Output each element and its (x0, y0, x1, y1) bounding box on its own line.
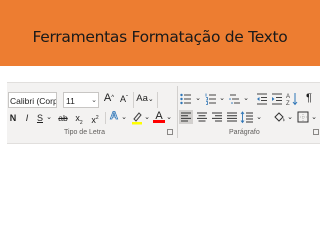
highlighter-icon (132, 112, 142, 125)
sort-button[interactable]: A Z (286, 92, 298, 106)
multilevel-list-button[interactable] (229, 93, 241, 105)
paragraph-group-label: Parágrafo (229, 129, 260, 136)
paint-bucket-icon (274, 112, 285, 122)
font-size-combobox[interactable]: 11 ⌄ (63, 92, 99, 108)
chevron-down-icon[interactable]: ⌄ (310, 112, 318, 124)
increase-indent-icon (272, 93, 282, 105)
justify-icon (227, 112, 237, 122)
slide-title: Ferramentas Formatação de Texto (32, 28, 288, 46)
bold-button[interactable]: N (8, 112, 18, 124)
borders-button[interactable] (296, 110, 310, 124)
change-case-button[interactable]: Aa⌄ (135, 93, 155, 106)
chevron-down-icon[interactable]: ⌄ (165, 112, 173, 124)
superscript-digit: 2 (95, 115, 99, 121)
grow-font-button[interactable]: A^ (102, 92, 116, 104)
pilcrow-button[interactable]: ¶ (304, 92, 314, 104)
chevron-down-icon[interactable]: ⌄ (143, 112, 151, 124)
font-color-label: A (155, 110, 163, 122)
numbering-button[interactable] (205, 93, 217, 105)
decrease-indent-icon (257, 93, 267, 105)
underline-label: S (36, 113, 43, 123)
bullet-list-icon (180, 93, 191, 105)
line-spacing-icon (240, 111, 253, 124)
justify-button[interactable] (225, 110, 239, 124)
highlight-button[interactable] (131, 111, 143, 125)
bullets-button[interactable] (180, 93, 192, 105)
subscript-digit: 2 (79, 119, 83, 126)
text-effects-button[interactable]: A (108, 110, 120, 123)
chevron-down-icon[interactable]: ⌄ (218, 93, 226, 105)
align-left-icon (181, 112, 191, 122)
ribbon: Calibri (Corpo 11 ⌄ A^ Aˇ Aa⌄ N I S ⌄ ab… (7, 82, 320, 144)
svg-text:Z: Z (286, 101, 290, 106)
align-left-button[interactable] (179, 110, 193, 124)
subscript-button[interactable]: x2 (73, 112, 85, 129)
group-divider (177, 86, 178, 138)
align-right-button[interactable] (210, 110, 224, 124)
chevron-down-icon[interactable]: ⌄ (286, 112, 294, 124)
font-name-combobox[interactable]: Calibri (Corpo (8, 92, 57, 108)
svg-text:A: A (286, 94, 290, 100)
sort-icon: A Z (286, 93, 298, 106)
bold-label: N (9, 113, 17, 123)
font-group-label: Tipo de Letra (64, 129, 105, 136)
strikethrough-button[interactable]: ab (56, 112, 70, 124)
font-dialog-launcher-icon[interactable] (167, 129, 173, 135)
chevron-down-icon[interactable]: ⌄ (194, 93, 202, 105)
pilcrow-icon: ¶ (306, 92, 312, 104)
align-right-icon (212, 112, 222, 122)
chevron-down-icon[interactable]: ⌄ (242, 93, 250, 105)
italic-button[interactable]: I (22, 112, 32, 124)
underline-button[interactable]: S (35, 112, 45, 124)
paragraph-dialog-launcher-icon[interactable] (313, 129, 319, 135)
change-case-label: Aa (136, 93, 148, 104)
shading-button[interactable] (272, 110, 286, 124)
title-banner: Ferramentas Formatação de Texto (0, 0, 320, 66)
chevron-down-icon[interactable]: ⌄ (45, 112, 53, 124)
font-name-value: Calibri (Corpo (10, 96, 56, 106)
multilevel-list-icon (229, 94, 240, 104)
caret-up-icon: ^ (111, 95, 115, 101)
increase-indent-button[interactable] (271, 93, 283, 105)
font-size-value: 11 (66, 96, 75, 106)
font-color-button[interactable]: A (153, 110, 165, 123)
chevron-down-icon[interactable]: ⌄ (120, 112, 128, 124)
line-spacing-button[interactable] (240, 110, 254, 124)
divider (133, 92, 134, 108)
italic-label: I (25, 113, 29, 123)
align-center-icon (197, 112, 207, 122)
shrink-font-button[interactable]: Aˇ (117, 93, 131, 105)
divider (157, 92, 158, 108)
superscript-button[interactable]: x2 (89, 112, 101, 126)
chevron-down-icon: ⌄ (147, 96, 154, 103)
numbered-list-icon (205, 93, 216, 105)
strikethrough-label: ab (58, 113, 68, 123)
align-center-button[interactable] (195, 110, 209, 124)
text-effects-label: A (110, 110, 119, 123)
chevron-down-icon[interactable]: ⌄ (255, 112, 263, 124)
caret-down-icon: ˇ (126, 96, 128, 102)
decrease-indent-button[interactable] (256, 93, 268, 105)
borders-icon (297, 111, 309, 123)
chevron-down-icon: ⌄ (91, 97, 97, 104)
divider (105, 112, 106, 124)
